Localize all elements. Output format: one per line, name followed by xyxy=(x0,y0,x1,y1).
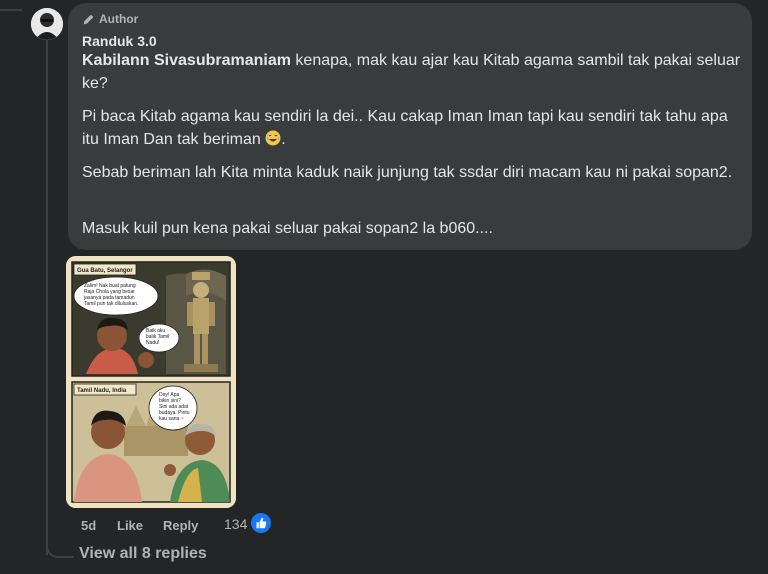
thread-line xyxy=(46,30,48,555)
comment-text-2: Pi baca Kitab agama kau sendiri la dei..… xyxy=(82,108,728,148)
thread-connector-top xyxy=(0,9,22,11)
comment-paragraph-2: Pi baca Kitab agama kau sendiri la dei..… xyxy=(82,105,742,151)
like-reaction-icon[interactable] xyxy=(251,513,271,533)
comment-paragraph-1: Kabilann Sivasubramaniam kenapa, mak kau… xyxy=(82,49,742,95)
like-button[interactable]: Like xyxy=(117,518,143,533)
author-badge: Author xyxy=(82,12,138,26)
comment-paragraph-4: Masuk kuil pun kena pakai seluar pakai s… xyxy=(82,220,493,237)
svg-text:kau sana ~: kau sana ~ xyxy=(159,416,184,422)
mention-link[interactable]: Kabilann Sivasubramaniam xyxy=(82,52,291,69)
comment-timestamp[interactable]: 5d xyxy=(81,518,96,533)
thread-connector-curve xyxy=(46,540,74,558)
comment-author-name[interactable]: Randuk 3.0 xyxy=(82,33,157,49)
svg-text:Nadu!: Nadu! xyxy=(146,340,159,346)
comic-panel2-caption: Tamil Nadu, India xyxy=(77,388,127,394)
reaction-count[interactable]: 134 xyxy=(224,516,247,532)
reply-button[interactable]: Reply xyxy=(163,518,198,533)
view-all-replies-link[interactable]: View all 8 replies xyxy=(79,545,207,563)
comment-image[interactable]: Gua Batu, Selangor Zalim! Nak buat patun… xyxy=(66,256,236,508)
comment-paragraph-3: Sebab beriman lah Kita minta kaduk naik … xyxy=(82,164,733,181)
laughing-emoji-icon xyxy=(265,130,281,146)
author-badge-label: Author xyxy=(99,12,139,26)
comment-text-2-end: . xyxy=(281,131,286,148)
thumbs-up-icon xyxy=(256,517,267,529)
pencil-icon xyxy=(83,14,94,24)
comic-panel1-caption: Gua Batu, Selangor xyxy=(77,268,133,274)
svg-text:Tamil pun tak diluluskan.: Tamil pun tak diluluskan. xyxy=(84,301,138,307)
avatar[interactable] xyxy=(31,8,63,40)
